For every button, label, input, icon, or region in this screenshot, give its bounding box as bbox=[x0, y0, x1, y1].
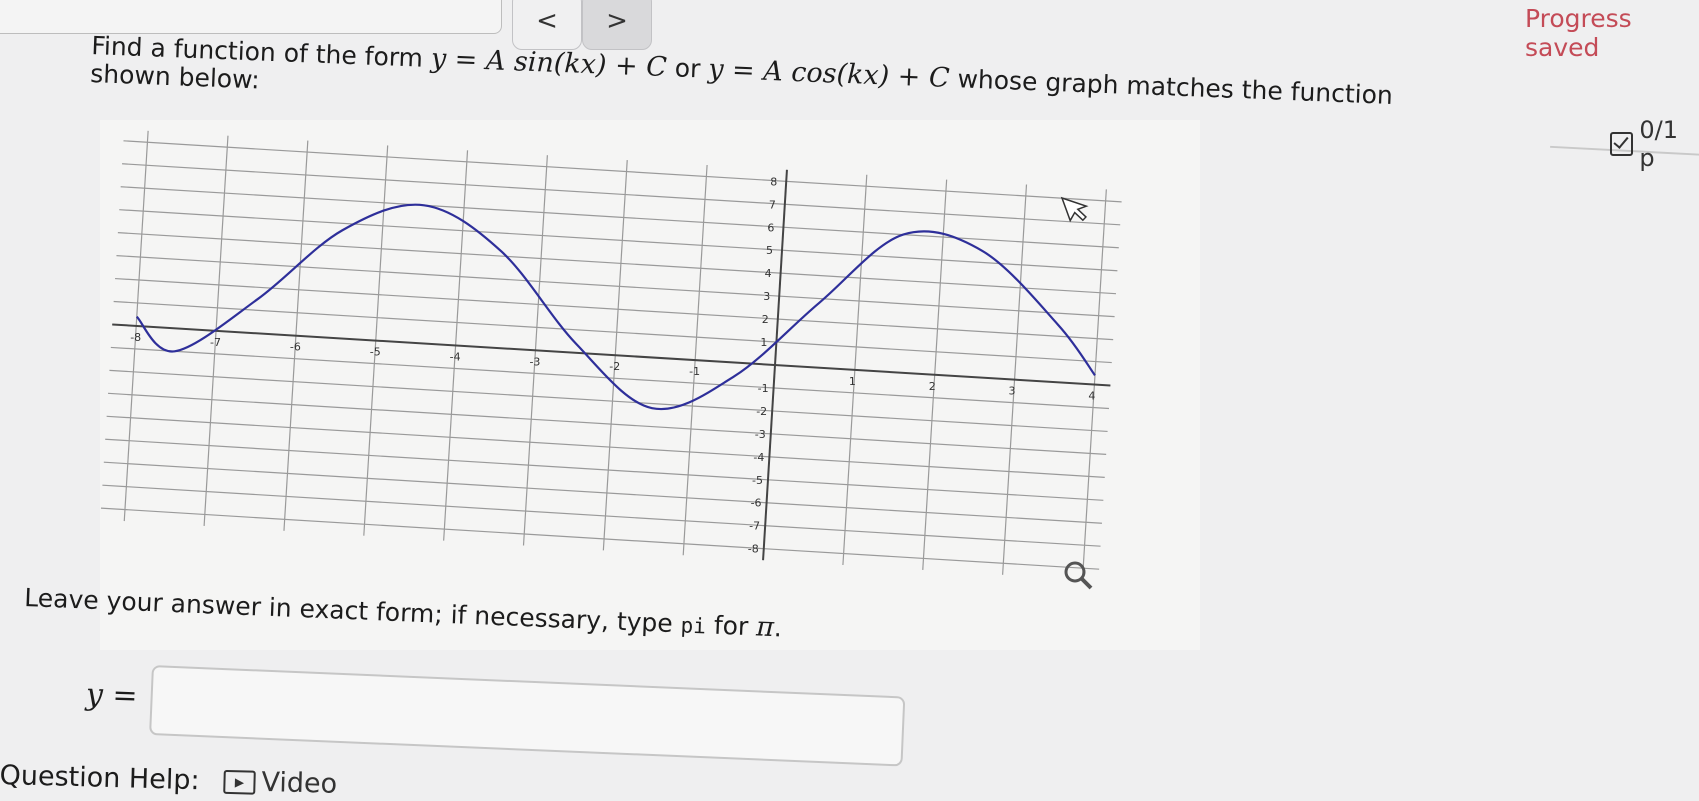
y-tick-label: 2 bbox=[762, 313, 769, 326]
y-tick-label: -2 bbox=[756, 405, 767, 418]
prev-button[interactable]: < bbox=[512, 0, 582, 50]
x-tick-label: -4 bbox=[450, 350, 461, 363]
y-tick-label: 6 bbox=[767, 221, 774, 234]
video-link[interactable]: ▶ Video bbox=[223, 766, 338, 800]
x-tick-label: -5 bbox=[370, 346, 381, 359]
checkbox-icon bbox=[1610, 132, 1634, 156]
question-help: Question Help: ▶ Video bbox=[0, 760, 338, 800]
x-tick-label: 1 bbox=[849, 375, 856, 388]
function-graph[interactable]: -8 -7 -6 -5 -4 -3 -2 -1 1 2 3 4 8 7 6 5 4 3 2 1 -1 -2 -3 -4 -5 -6… bbox=[100, 120, 1200, 650]
video-label: Video bbox=[261, 766, 338, 800]
y-tick-label: 1 bbox=[760, 336, 767, 349]
y-tick-label: -4 bbox=[753, 451, 764, 464]
y-tick-label: -5 bbox=[752, 474, 763, 487]
x-tick-label: -2 bbox=[609, 360, 620, 373]
instruction-mid: for bbox=[705, 610, 757, 642]
next-button[interactable]: > bbox=[582, 0, 652, 50]
x-tick-label: -3 bbox=[529, 355, 540, 368]
question-suffix: whose graph matches the function bbox=[949, 63, 1394, 110]
question-or: or bbox=[666, 53, 709, 84]
form-cos: y = A cos(kx) + C bbox=[707, 53, 951, 94]
y-tick-label: -7 bbox=[749, 520, 760, 533]
question-text: Find a function of the form y = A sin(kx… bbox=[89, 30, 1394, 112]
question-line2: shown below: bbox=[89, 58, 261, 95]
x-tick-label: -8 bbox=[130, 331, 141, 344]
y-tick-label: -8 bbox=[748, 543, 759, 556]
y-tick-label: 8 bbox=[770, 175, 777, 188]
instruction-end: . bbox=[773, 613, 783, 643]
pi-symbol: π bbox=[755, 611, 775, 644]
x-tick-label: -7 bbox=[210, 336, 221, 349]
score-badge: 0/1 p bbox=[1610, 116, 1699, 172]
chevron-right-icon: > bbox=[606, 6, 628, 36]
score-text: 0/1 p bbox=[1639, 116, 1679, 172]
y-tick-label: 3 bbox=[763, 290, 770, 303]
x-tick-label: -1 bbox=[689, 365, 700, 378]
progress-status: Progress saved bbox=[1525, 4, 1632, 62]
x-tick-label: 3 bbox=[1009, 385, 1016, 398]
pi-code: pi bbox=[680, 613, 707, 639]
x-tick-label: 2 bbox=[929, 380, 936, 393]
answer-input[interactable] bbox=[149, 665, 906, 767]
video-icon: ▶ bbox=[223, 769, 256, 795]
y-tick-label: 7 bbox=[769, 198, 776, 211]
y-tick-label: -6 bbox=[751, 497, 762, 510]
y-tick-label: -1 bbox=[758, 382, 769, 395]
y-tick-label: 5 bbox=[766, 244, 773, 257]
top-panel-left bbox=[0, 0, 502, 34]
y-tick-label: -3 bbox=[755, 428, 766, 441]
x-tick-label: -6 bbox=[290, 341, 301, 354]
y-tick-label: 4 bbox=[765, 267, 772, 280]
answer-label: y = bbox=[85, 677, 139, 714]
chevron-left-icon: < bbox=[536, 6, 558, 36]
help-label: Question Help: bbox=[0, 760, 200, 797]
x-tick-label: 4 bbox=[1088, 390, 1095, 403]
